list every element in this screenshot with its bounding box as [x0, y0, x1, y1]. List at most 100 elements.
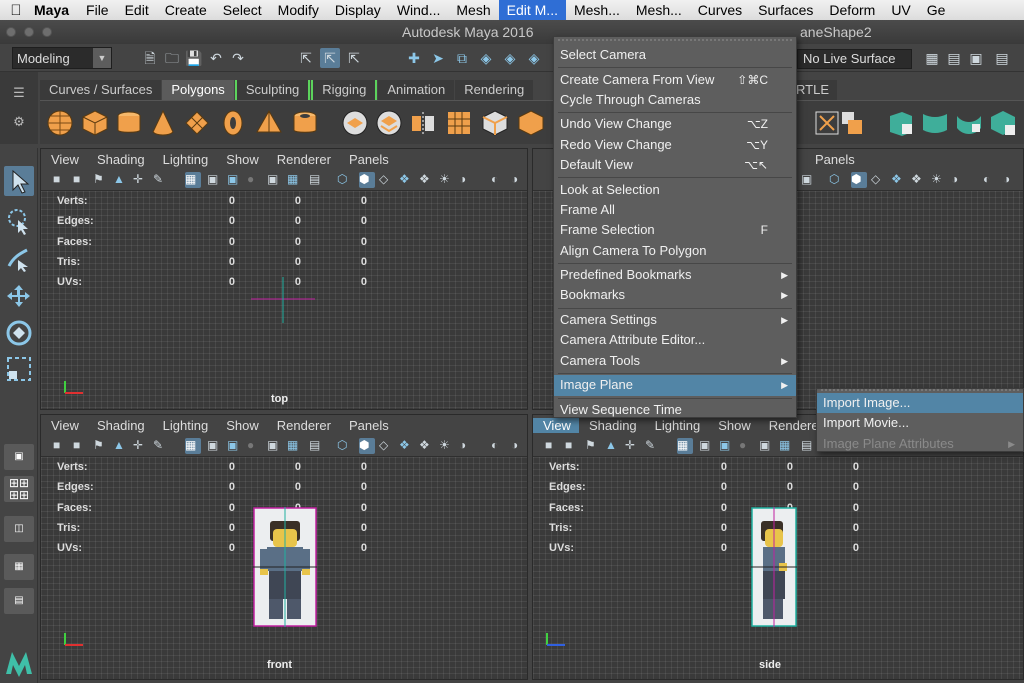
lasso-tool-icon[interactable]	[4, 206, 34, 236]
panel-menu-shading[interactable]: Shading	[87, 152, 153, 167]
uv-cylindrical-icon[interactable]	[920, 108, 950, 138]
bookmark-icon[interactable]: ⚑	[585, 438, 601, 454]
lights-icon[interactable]: ❖	[419, 172, 435, 188]
mac-menu-item[interactable]: Edit M...	[498, 0, 566, 20]
poly-pipe-icon[interactable]	[290, 108, 320, 138]
poly-cube-icon[interactable]	[80, 108, 110, 138]
poly-sphere-icon[interactable]	[45, 108, 75, 138]
mac-menu-item[interactable]: Deform	[821, 0, 883, 20]
new-scene-icon[interactable]: 🗎	[140, 48, 160, 68]
view-menu-item[interactable]: Redo View Change ⌥Y	[554, 135, 796, 155]
shelf-tab-rigging[interactable]: Rigging	[311, 80, 378, 100]
grid-toggle-icon[interactable]: ▦	[185, 172, 201, 188]
snap-point-icon[interactable]: ⧉	[452, 48, 472, 68]
bevel-icon[interactable]	[480, 108, 510, 138]
input-ops-icon[interactable]: ▦	[922, 48, 942, 68]
wireframe-icon[interactable]: ⬡	[829, 172, 845, 188]
rotate-tool-icon[interactable]	[4, 318, 34, 348]
two-d-pan-icon[interactable]: ✛	[133, 172, 149, 188]
snap-live-icon[interactable]: ◈	[524, 48, 544, 68]
isolate-select-icon[interactable]: ◐	[491, 438, 507, 454]
wireframe-on-shaded-icon[interactable]: ◇	[871, 172, 887, 188]
snap-curve-icon[interactable]: ➤	[428, 48, 448, 68]
scale-tool-icon[interactable]	[4, 354, 34, 384]
select-hierarchy-icon[interactable]: ⇱	[296, 48, 316, 68]
window-zoom-button[interactable]	[42, 27, 52, 37]
view-menu-item[interactable]: Camera Settings ▶	[554, 310, 796, 330]
view-menu-item[interactable]: Camera Tools ▶	[554, 351, 796, 371]
smooth-shade-icon[interactable]: ⬢	[359, 172, 375, 188]
two-d-pan-icon[interactable]: ✛	[133, 438, 149, 454]
panel-menu-view[interactable]: View	[41, 152, 87, 167]
mac-menu-item[interactable]: Display	[327, 0, 389, 20]
viewport-front[interactable]: View Shading Lighting Show Renderer Pane…	[40, 414, 528, 680]
tear-off-handle[interactable]	[821, 389, 1019, 391]
render-view-icon[interactable]: ▤	[944, 48, 964, 68]
safe-title-icon[interactable]: ▤	[801, 438, 817, 454]
menu-set-select[interactable]: Modeling ▼	[12, 47, 112, 69]
mac-menu-item[interactable]: Curves	[690, 0, 750, 20]
uv-spherical-icon[interactable]	[954, 108, 984, 138]
shelf-tab-sculpting[interactable]: Sculpting	[234, 80, 311, 100]
select-component-icon[interactable]: ⇱	[344, 48, 364, 68]
resolution-gate-icon[interactable]: ▣	[719, 438, 735, 454]
xray-icon[interactable]: ◑	[511, 172, 527, 188]
mac-menu-item[interactable]: Select	[215, 0, 270, 20]
textured-icon[interactable]: ❖	[399, 172, 415, 188]
bookmark-icon[interactable]: ⚑	[93, 438, 109, 454]
mac-menu-item[interactable]: Modify	[270, 0, 327, 20]
shelf-menu-icon[interactable]: ☰	[0, 85, 38, 101]
shelf-tab-rendering[interactable]: Rendering	[455, 80, 534, 100]
panel-menu-panels[interactable]: Panels	[339, 418, 397, 433]
layout-outliner-icon[interactable]: ▦	[4, 554, 34, 580]
view-menu-item[interactable]: View Sequence Time	[554, 400, 796, 420]
poly-pyramid-icon[interactable]	[254, 108, 284, 138]
mac-menu-item[interactable]: Surfaces	[750, 0, 821, 20]
field-chart-icon[interactable]: ▣	[267, 438, 283, 454]
panel-menu-view[interactable]: View	[41, 418, 87, 433]
xray-icon[interactable]: ◑	[1003, 172, 1019, 188]
view-menu-item[interactable]: Create Camera From View ⇧⌘C	[554, 70, 796, 90]
panel-menu-show[interactable]: Show	[216, 418, 267, 433]
view-menu-item[interactable]: Default View ⌥↖	[554, 155, 796, 175]
select-object-icon[interactable]: ⇱	[320, 48, 340, 68]
mac-menu-item[interactable]: File	[78, 0, 117, 20]
safe-action-icon[interactable]: ▦	[287, 172, 303, 188]
layout-stacked-icon[interactable]: ▤	[4, 588, 34, 614]
field-chart-icon[interactable]: ▣	[267, 172, 283, 188]
view-menu-item[interactable]: Image Plane ▶	[554, 375, 796, 396]
smooth-shade-icon[interactable]: ⬢	[359, 438, 375, 454]
ambient-occlusion-icon[interactable]: ◑	[951, 172, 967, 188]
snap-view-icon[interactable]: ◈	[500, 48, 520, 68]
safe-action-icon[interactable]: ▦	[287, 438, 303, 454]
image-plane-menu-item[interactable]: Import Movie...	[817, 413, 1023, 433]
select-tool-icon[interactable]	[4, 166, 34, 196]
field-chart-icon[interactable]: ▣	[759, 438, 775, 454]
view-menu-item[interactable]: Align Camera To Polygon	[554, 241, 796, 261]
mac-menu-item[interactable]: Mesh...	[566, 0, 628, 20]
view-menu-item[interactable]: Undo View Change ⌥Z	[554, 114, 796, 134]
ambient-occlusion-icon[interactable]: ◑	[459, 438, 475, 454]
safe-title-icon[interactable]: ▤	[309, 172, 325, 188]
ambient-occlusion-icon[interactable]: ◑	[459, 172, 475, 188]
resolution-gate-icon[interactable]: ▣	[227, 438, 243, 454]
view-menu-item[interactable]: Look at Selection	[554, 180, 796, 200]
mac-menu-item[interactable]: Edit	[117, 0, 157, 20]
paint-select-tool-icon[interactable]	[4, 244, 34, 274]
panel-menu-shading[interactable]: Shading	[87, 418, 153, 433]
isolate-select-icon[interactable]: ◐	[491, 172, 507, 188]
shelf-settings-icon[interactable]: ⚙	[0, 114, 38, 130]
isolate-select-icon[interactable]: ◐	[983, 172, 999, 188]
camera-attributes-icon[interactable]: ■	[73, 172, 89, 188]
image-plane-menu-item[interactable]: Import Image...	[817, 393, 1023, 414]
gate-mask-icon[interactable]: ●	[247, 172, 263, 188]
redo-icon[interactable]: ↷	[228, 48, 248, 68]
move-tool-icon[interactable]	[4, 282, 34, 312]
combine-icon[interactable]	[340, 108, 370, 138]
shadows-icon[interactable]: ☀	[439, 172, 455, 188]
live-surface-field[interactable]: No Live Surface	[797, 49, 912, 69]
textured-icon[interactable]: ❖	[891, 172, 907, 188]
uv-planar-icon[interactable]	[886, 108, 916, 138]
camera-attributes-icon[interactable]: ■	[565, 438, 581, 454]
tear-off-handle[interactable]	[558, 39, 792, 41]
